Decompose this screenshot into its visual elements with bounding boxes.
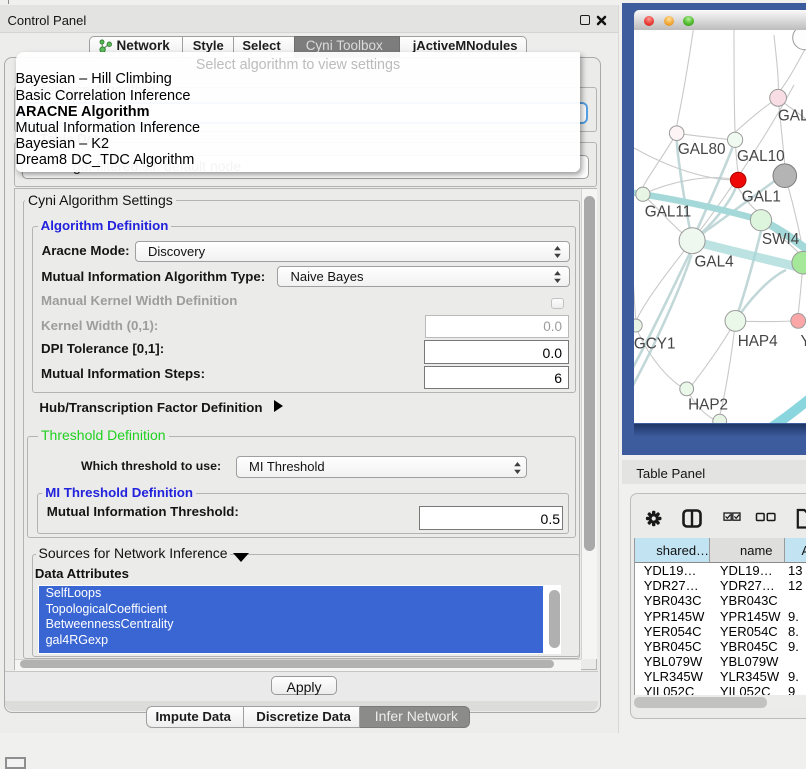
svg-text:HAP4: HAP4 xyxy=(738,333,778,350)
svg-text:GAL: GAL xyxy=(778,108,806,125)
svg-text:Y: Y xyxy=(801,333,806,350)
svg-text:GCY1: GCY1 xyxy=(634,336,675,353)
svg-text:GAL4: GAL4 xyxy=(695,254,735,271)
svg-text:SWI4: SWI4 xyxy=(762,231,800,248)
svg-text:GAL80: GAL80 xyxy=(678,141,726,158)
svg-text:GAL10: GAL10 xyxy=(737,148,785,165)
svg-text:GAL1: GAL1 xyxy=(742,189,781,206)
svg-text:HAP2: HAP2 xyxy=(688,397,728,414)
svg-text:GAL11: GAL11 xyxy=(645,204,692,221)
